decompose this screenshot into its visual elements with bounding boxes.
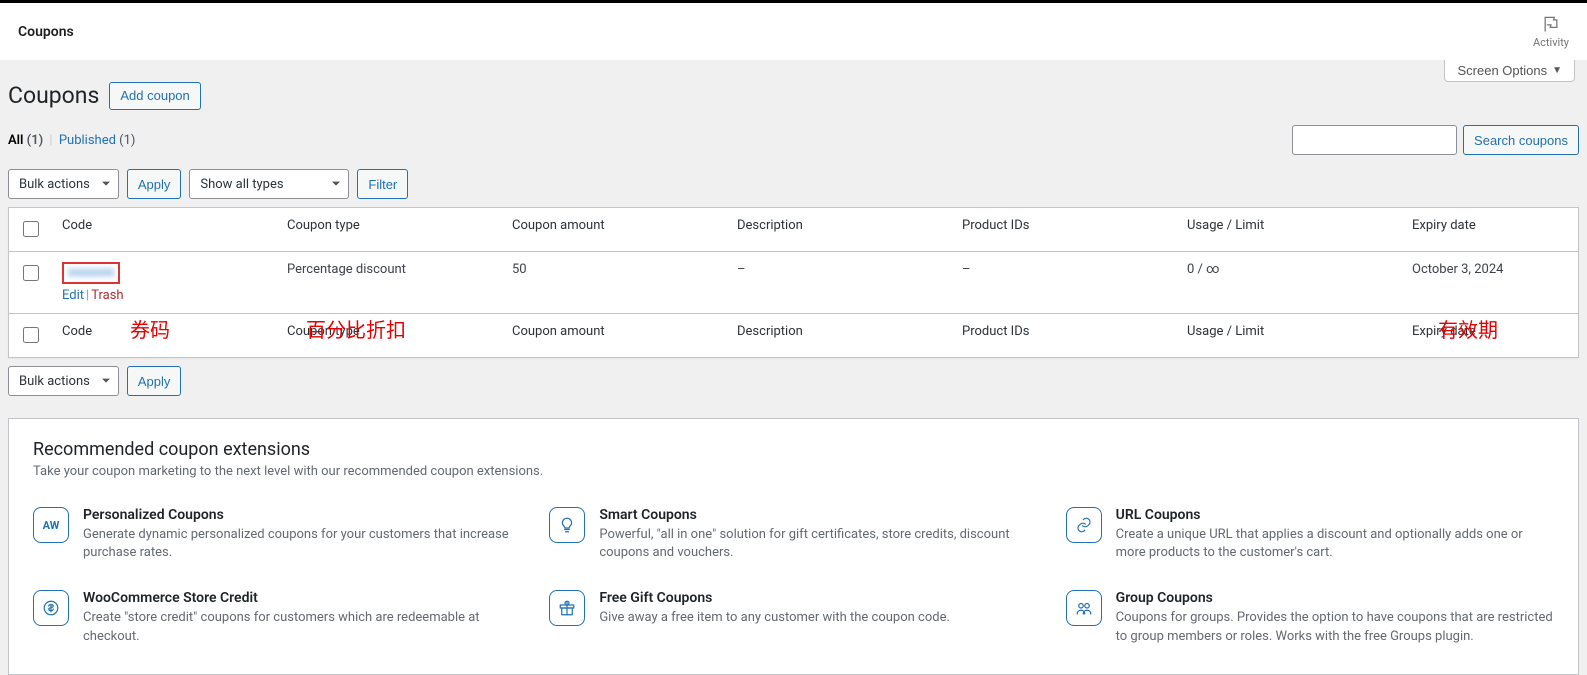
col-expiry[interactable]: Expiry date (1402, 208, 1579, 252)
add-coupon-button[interactable]: Add coupon (109, 82, 200, 110)
apply-bulk-button[interactable]: Apply (127, 169, 182, 199)
extensions-panel: Recommended coupon extensions Take your … (8, 418, 1579, 675)
topbar-title: Coupons (18, 6, 74, 58)
col-product-ids-foot[interactable]: Product IDs (952, 314, 1177, 358)
cell-product-ids: – (952, 252, 1177, 314)
extension-desc: Give away a free item to any customer wi… (599, 609, 950, 627)
coupon-code-link[interactable]: xxxxxxx (62, 262, 120, 284)
extension-item[interactable]: AW Personalized Coupons Generate dynamic p… (33, 507, 521, 562)
filter-all[interactable]: All (1) (8, 133, 43, 148)
gift-icon (549, 590, 585, 626)
coupon-type-select[interactable]: Show all types (189, 169, 349, 199)
cell-type: Percentage discount (277, 252, 502, 314)
extension-title: WooCommerce Store Credit (83, 590, 521, 606)
group-icon (1066, 590, 1102, 626)
extension-item[interactable]: Smart Coupons Powerful, "all in one" solu… (549, 507, 1037, 562)
col-expiry-foot[interactable]: Expiry date (1402, 314, 1579, 358)
row-actions: Edit|Trash (62, 288, 267, 303)
col-usage-foot[interactable]: Usage / Limit (1177, 314, 1402, 358)
search-input[interactable] (1292, 125, 1457, 155)
extension-title: Personalized Coupons (83, 507, 521, 523)
extension-title: Group Coupons (1116, 590, 1554, 606)
cell-usage: 0 / ∞ (1177, 252, 1402, 314)
extension-title: Smart Coupons (599, 507, 1037, 523)
col-code-foot[interactable]: Code (52, 314, 277, 358)
bulk-actions-select[interactable]: Bulk actions (8, 169, 119, 199)
extension-desc: Coupons for groups. Provides the option … (1116, 609, 1554, 645)
col-usage[interactable]: Usage / Limit (1177, 208, 1402, 252)
page-title: Coupons (8, 82, 99, 109)
col-type-foot[interactable]: Coupon type (277, 314, 502, 358)
extension-desc: Generate dynamic personalized coupons fo… (83, 526, 521, 562)
cell-expiry: October 3, 2024 (1402, 252, 1579, 314)
col-amount-foot[interactable]: Coupon amount (502, 314, 727, 358)
extension-desc: Create a unique URL that applies a disco… (1116, 526, 1554, 562)
extension-item[interactable]: URL Coupons Create a unique URL that appl… (1066, 507, 1554, 562)
bulk-actions-select-bottom[interactable]: Bulk actions (8, 366, 119, 396)
extension-item[interactable]: Free Gift Coupons Give away a free item t… (549, 590, 1037, 645)
screen-options-button[interactable]: Screen Options ▼ (1444, 60, 1575, 82)
extension-item[interactable]: Group Coupons Coupons for groups. Provide… (1066, 590, 1554, 645)
activity-label: Activity (1533, 36, 1569, 49)
select-all-checkbox-bottom[interactable] (23, 327, 39, 343)
chevron-down-icon: ▼ (1552, 65, 1562, 76)
col-description-foot[interactable]: Description (727, 314, 952, 358)
bulb-icon (549, 507, 585, 543)
activity-button[interactable]: Activity (1533, 14, 1569, 49)
panel-subtitle: Take your coupon marketing to the next l… (33, 464, 1554, 479)
view-filters: All (1) | Published (1) (8, 133, 135, 148)
flag-icon (1541, 14, 1561, 34)
coupons-table: Code Coupon type Coupon amount Descripti… (8, 207, 1579, 358)
cell-amount: 50 (502, 252, 727, 314)
select-all-checkbox[interactable] (23, 221, 39, 237)
filter-published[interactable]: Published (1) (59, 133, 136, 148)
col-type[interactable]: Coupon type (277, 208, 502, 252)
extension-item[interactable]: WooCommerce Store Credit Create "store cr… (33, 590, 521, 645)
search-button[interactable]: Search coupons (1463, 125, 1579, 155)
col-code[interactable]: Code (52, 208, 277, 252)
table-row: xxxxxxx Edit|Trash Percentage discount 5… (9, 252, 1579, 314)
edit-link[interactable]: Edit (62, 288, 84, 303)
col-amount[interactable]: Coupon amount (502, 208, 727, 252)
row-checkbox[interactable] (23, 265, 39, 281)
AW-icon: AW (33, 507, 69, 543)
link-icon (1066, 507, 1102, 543)
extension-desc: Create "store credit" coupons for custom… (83, 609, 521, 645)
cell-description: – (727, 252, 952, 314)
panel-title: Recommended coupon extensions (33, 439, 1554, 460)
extension-title: URL Coupons (1116, 507, 1554, 523)
apply-bulk-button-bottom[interactable]: Apply (127, 366, 182, 396)
extension-title: Free Gift Coupons (599, 590, 950, 606)
col-product-ids[interactable]: Product IDs (952, 208, 1177, 252)
screen-options-label: Screen Options (1457, 63, 1547, 78)
dollar-icon (33, 590, 69, 626)
topbar: Coupons Activity (0, 0, 1587, 60)
filter-button[interactable]: Filter (357, 169, 408, 199)
extension-desc: Powerful, "all in one" solution for gift… (599, 526, 1037, 562)
trash-link[interactable]: Trash (91, 288, 123, 303)
col-description[interactable]: Description (727, 208, 952, 252)
